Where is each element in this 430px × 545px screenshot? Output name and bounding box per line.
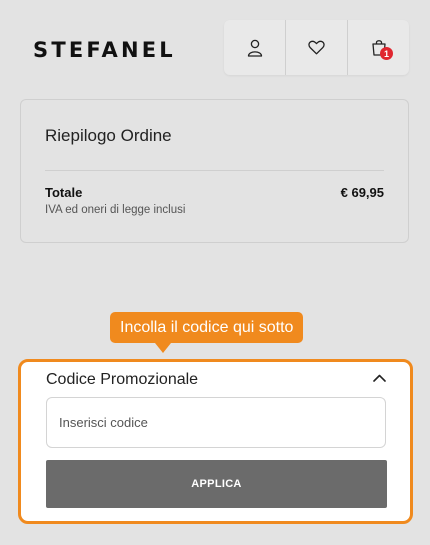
vat-note: IVA ed oneri di legge inclusi bbox=[45, 204, 186, 216]
chevron-up-icon[interactable] bbox=[373, 374, 386, 382]
promo-code-input[interactable] bbox=[46, 397, 386, 448]
total-label: Totale bbox=[45, 185, 83, 200]
cart-count-badge: 1 bbox=[380, 47, 393, 60]
account-button[interactable] bbox=[224, 20, 285, 75]
summary-divider bbox=[45, 170, 384, 171]
header-actions: 1 bbox=[224, 20, 409, 75]
promo-code-section: Codice Promozionale APPLICA bbox=[18, 359, 413, 524]
order-summary-card: Riepilogo Ordine Totale € 69,95 IVA ed o… bbox=[20, 99, 409, 243]
user-icon bbox=[247, 39, 262, 57]
order-summary-title: Riepilogo Ordine bbox=[45, 126, 172, 145]
heart-icon bbox=[308, 40, 325, 55]
brand-logo[interactable]: STEFANEL bbox=[33, 38, 176, 62]
total-value: € 69,95 bbox=[340, 185, 384, 200]
wishlist-button[interactable] bbox=[285, 20, 347, 75]
cart-button[interactable]: 1 bbox=[347, 20, 409, 75]
promo-hint-tooltip: Incolla il codice qui sotto bbox=[110, 312, 304, 343]
tooltip-arrow bbox=[155, 343, 171, 353]
apply-button[interactable]: APPLICA bbox=[46, 460, 387, 508]
promo-code-title[interactable]: Codice Promozionale bbox=[46, 371, 198, 389]
